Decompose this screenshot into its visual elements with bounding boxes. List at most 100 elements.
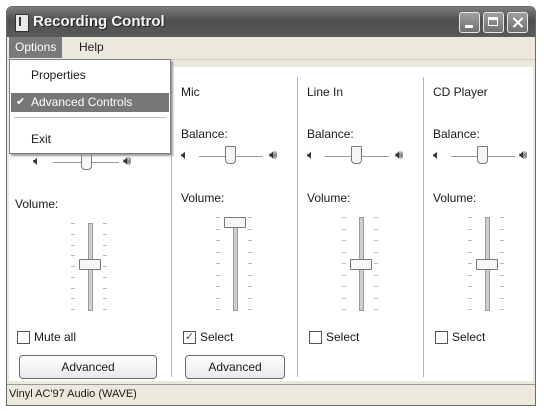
channel-cd-player: CD Player Balance: 🔈︎ 🔊︎ Volume: Select (427, 67, 535, 381)
volume-tick (216, 263, 220, 264)
menu-item-advanced-controls[interactable]: ✔ Advanced Controls (11, 93, 169, 112)
volume-tick (374, 252, 378, 253)
divider (297, 77, 298, 377)
select-label: Select (452, 330, 486, 344)
volume-tick (468, 217, 472, 218)
volume-tick (468, 263, 472, 264)
volume-slider[interactable] (79, 259, 101, 270)
volume-tick (500, 263, 504, 264)
volume-tick (103, 255, 107, 256)
balance-slider[interactable] (225, 146, 236, 164)
channel-name: CD Player (433, 85, 488, 99)
menu-item-exit[interactable]: Exit (11, 130, 169, 149)
balance-slider[interactable] (81, 152, 92, 170)
divider (423, 77, 424, 377)
menu-help[interactable]: Help (73, 37, 110, 58)
volume-tick (342, 298, 346, 299)
volume-tick (374, 298, 378, 299)
speaker-right-icon: 🔊︎ (269, 147, 278, 162)
volume-tick (342, 217, 346, 218)
menu-item-label: Advanced Controls (31, 95, 133, 109)
volume-tick (216, 229, 220, 230)
volume-tick (342, 286, 346, 287)
volume-slider[interactable] (224, 217, 246, 228)
speaker-left-icon: 🔈︎ (307, 147, 315, 162)
volume-tick (500, 217, 504, 218)
menu-bar: Options Help (7, 37, 535, 60)
mute-all-checkbox[interactable] (17, 331, 30, 344)
volume-label: Volume: (307, 191, 351, 205)
volume-tick (248, 298, 252, 299)
volume-tick (103, 298, 107, 299)
status-bar: Vinyl AC'97 Audio (WAVE) (7, 384, 535, 405)
volume-tick (71, 245, 75, 246)
volume-tick (248, 252, 252, 253)
volume-tick (500, 252, 504, 253)
volume-tick (103, 223, 107, 224)
volume-tick (71, 255, 75, 256)
volume-tick (216, 286, 220, 287)
select-checkbox[interactable] (435, 331, 448, 344)
volume-tick (103, 277, 107, 278)
volume-tick (468, 309, 472, 310)
window-title: Recording Control (33, 13, 165, 30)
volume-tick (500, 229, 504, 230)
advanced-button[interactable]: Advanced (19, 355, 157, 379)
volume-tick (103, 288, 107, 289)
volume-tick (374, 286, 378, 287)
menu-options[interactable]: Options (9, 37, 63, 58)
volume-tick (500, 309, 504, 310)
volume-label: Volume: (15, 197, 59, 211)
app-icon (15, 14, 29, 32)
select-checkbox[interactable] (309, 331, 322, 344)
volume-tick (71, 288, 75, 289)
volume-tick (248, 217, 252, 218)
volume-tick (248, 240, 252, 241)
volume-tick (248, 275, 252, 276)
volume-label: Volume: (433, 191, 477, 205)
volume-tick (71, 234, 75, 235)
advanced-button[interactable]: Advanced (185, 355, 285, 379)
balance-slider[interactable] (351, 146, 362, 164)
volume-tick (248, 309, 252, 310)
volume-tick (468, 298, 472, 299)
divider (171, 77, 172, 377)
volume-tick (468, 275, 472, 276)
volume-tick (216, 309, 220, 310)
volume-ticks (216, 217, 252, 310)
volume-tick (71, 277, 75, 278)
speaker-right-icon: 🔊︎ (519, 147, 528, 162)
close-button[interactable] (507, 12, 528, 33)
volume-slider[interactable] (476, 259, 498, 270)
maximize-button[interactable] (483, 12, 504, 33)
select-label: Select (200, 330, 234, 344)
select-checkbox[interactable]: ✓ (183, 331, 196, 344)
volume-tick (468, 252, 472, 253)
minimize-button[interactable] (459, 12, 480, 33)
volume-tick (374, 217, 378, 218)
volume-tick (216, 240, 220, 241)
balance-slider[interactable] (477, 146, 488, 164)
volume-tick (468, 229, 472, 230)
volume-tick (248, 286, 252, 287)
volume-tick (216, 252, 220, 253)
title-bar[interactable]: Recording Control (7, 7, 535, 37)
speaker-left-icon: 🔈︎ (181, 147, 189, 162)
volume-tick (342, 275, 346, 276)
channel-name: Mic (181, 85, 200, 99)
speaker-left-icon: 🔈︎ (433, 147, 441, 162)
balance-label: Balance: (181, 127, 228, 141)
volume-slider[interactable] (350, 259, 372, 270)
menu-separator (14, 117, 166, 118)
volume-label: Volume: (181, 191, 225, 205)
volume-tick (374, 240, 378, 241)
volume-tick (342, 309, 346, 310)
volume-tick (468, 240, 472, 241)
volume-tick (103, 309, 107, 310)
options-dropdown-menu: Properties ✔ Advanced Controls Exit (9, 59, 171, 154)
mute-all-label: Mute all (34, 330, 77, 344)
recording-control-window: Recording Control Options Help 🔈︎ 🔊︎ Vol… (6, 6, 536, 406)
menu-item-properties[interactable]: Properties (11, 66, 169, 85)
volume-tick (103, 234, 107, 235)
channel-name: Line In (307, 85, 344, 99)
